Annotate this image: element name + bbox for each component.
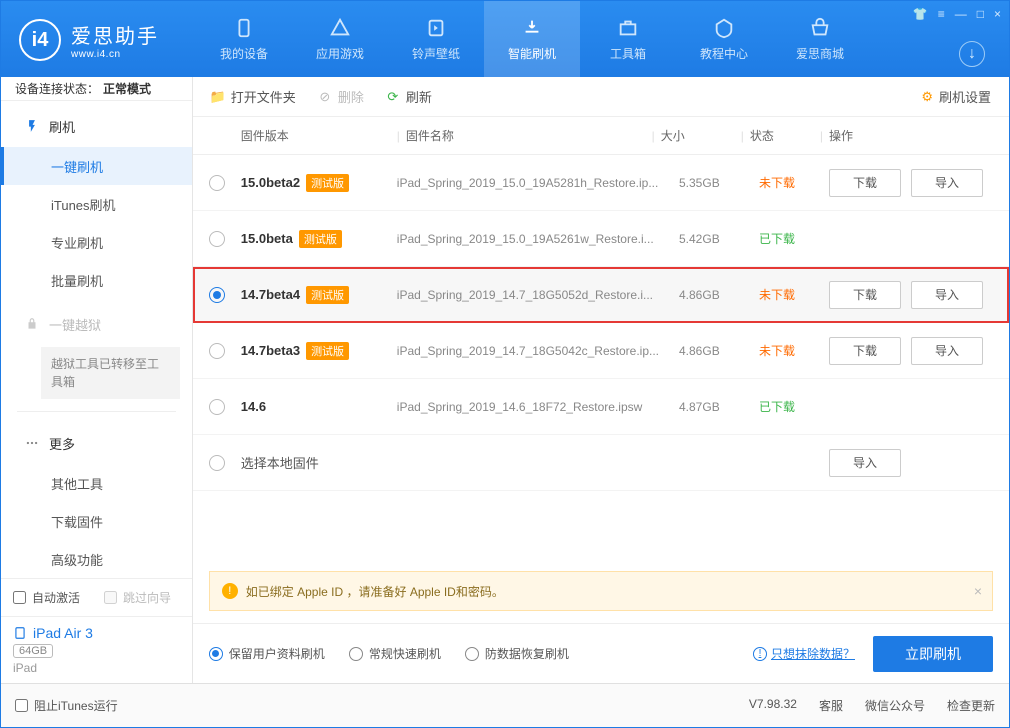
table-row[interactable]: 15.0beta测试版iPad_Spring_2019_15.0_19A5261… xyxy=(193,211,1009,267)
sidebar-item[interactable]: 一键刷机 xyxy=(1,147,192,185)
maximize-icon[interactable]: □ xyxy=(977,7,984,21)
table-row[interactable]: 14.7beta4测试版iPad_Spring_2019_14.7_18G505… xyxy=(193,267,1009,323)
download-button[interactable]: 下载 xyxy=(829,337,901,365)
row-radio[interactable] xyxy=(193,399,241,415)
sidebar: 设备连接状态： 正常模式 刷机 一键刷机iTunes刷机专业刷机批量刷机 一键越… xyxy=(1,77,193,683)
import-button[interactable]: 导入 xyxy=(911,169,983,197)
import-button[interactable]: 导入 xyxy=(829,449,901,477)
block-itunes-checkbox[interactable] xyxy=(15,699,28,712)
sidebar-group-more[interactable]: 更多 xyxy=(1,422,192,464)
beta-badge: 测试版 xyxy=(306,286,349,304)
table-row[interactable]: 15.0beta2测试版iPad_Spring_2019_15.0_19A528… xyxy=(193,155,1009,211)
nav-icon xyxy=(809,17,831,39)
flash-settings-button[interactable]: ⚙ 刷机设置 xyxy=(921,87,991,106)
sidebar-item[interactable]: 下载固件 xyxy=(1,502,192,540)
beta-badge: 测试版 xyxy=(306,174,349,192)
import-button[interactable]: 导入 xyxy=(911,337,983,365)
flash-opt-keep-data[interactable]: 保留用户资料刷机 xyxy=(209,645,325,662)
service-link[interactable]: 客服 xyxy=(819,697,843,714)
jailbreak-note[interactable]: 越狱工具已转移至工具箱 xyxy=(41,347,180,399)
device-info[interactable]: iPad Air 3 64GB iPad xyxy=(1,616,192,683)
main-panel: 📁 打开文件夹 ⊘ 删除 ⟳ 刷新 ⚙ 刷机设置 固件版本 | 固件名称 | 大… xyxy=(193,77,1009,683)
beta-badge: 测试版 xyxy=(299,230,342,248)
footer: 阻止iTunes运行 V7.98.32 客服 微信公众号 检查更新 xyxy=(1,683,1009,727)
row-radio[interactable] xyxy=(193,231,241,247)
info-icon: ! xyxy=(753,647,767,661)
nav-icon xyxy=(233,17,255,39)
refresh-icon: ⟳ xyxy=(386,90,400,104)
app-name: 爱思助手 xyxy=(71,20,159,49)
sidebar-item[interactable]: 高级功能 xyxy=(1,540,192,578)
nav-icon xyxy=(617,17,639,39)
menu-icon[interactable]: ≡ xyxy=(938,7,945,21)
apple-id-alert: ! 如已绑定 Apple ID ，请准备好 Apple ID和密码。 × xyxy=(209,571,993,611)
update-link[interactable]: 检查更新 xyxy=(947,697,995,714)
gear-icon: ⚙ xyxy=(921,89,933,105)
table-row[interactable]: 14.6iPad_Spring_2019_14.6_18F72_Restore.… xyxy=(193,379,1009,435)
sidebar-item[interactable]: 专业刷机 xyxy=(1,223,192,261)
refresh-button[interactable]: ⟳ 刷新 xyxy=(386,87,432,106)
sidebar-item[interactable]: 批量刷机 xyxy=(1,261,192,299)
row-radio[interactable] xyxy=(193,175,241,191)
window-controls: 👕 ≡ — □ × xyxy=(913,7,1001,21)
flash-icon xyxy=(25,119,39,133)
logo-icon: i4 xyxy=(19,19,61,61)
table-header: 固件版本 | 固件名称 | 大小 | 状态 | 操作 xyxy=(193,117,1009,155)
top-nav: 我的设备应用游戏铃声壁纸智能刷机工具箱教程中心爱思商城 xyxy=(196,1,868,77)
sidebar-item[interactable]: 其他工具 xyxy=(1,464,192,502)
open-folder-button[interactable]: 📁 打开文件夹 xyxy=(211,87,296,106)
flash-opt-anti-recovery[interactable]: 防数据恢复刷机 xyxy=(465,645,569,662)
block-itunes-row: 阻止iTunes运行 xyxy=(15,697,118,714)
nav-icon xyxy=(329,17,351,39)
tshirt-icon[interactable]: 👕 xyxy=(913,7,928,21)
nav-2[interactable]: 铃声壁纸 xyxy=(388,1,484,77)
sidebar-group-flash[interactable]: 刷机 xyxy=(1,105,192,147)
delete-button: ⊘ 删除 xyxy=(318,87,364,106)
delete-icon: ⊘ xyxy=(318,90,332,104)
flash-opt-quick[interactable]: 常规快速刷机 xyxy=(349,645,441,662)
download-button[interactable]: 下载 xyxy=(829,169,901,197)
nav-0[interactable]: 我的设备 xyxy=(196,1,292,77)
row-radio[interactable] xyxy=(193,287,241,303)
lock-icon xyxy=(25,317,39,331)
nav-4[interactable]: 工具箱 xyxy=(580,1,676,77)
nav-icon xyxy=(521,17,543,39)
sidebar-group-jailbreak: 一键越狱 xyxy=(1,303,192,345)
row-radio[interactable] xyxy=(193,343,241,359)
nav-icon xyxy=(425,17,447,39)
auto-activate-checkbox[interactable] xyxy=(13,591,26,604)
nav-icon xyxy=(713,17,735,39)
more-icon xyxy=(25,436,39,450)
import-button[interactable]: 导入 xyxy=(911,281,983,309)
flash-now-button[interactable]: 立即刷机 xyxy=(873,636,993,672)
close-icon[interactable]: × xyxy=(994,7,1001,21)
ipad-icon xyxy=(13,626,27,640)
header: i4 爱思助手 www.i4.cn 我的设备应用游戏铃声壁纸智能刷机工具箱教程中… xyxy=(1,1,1009,77)
warning-icon: ! xyxy=(222,583,238,599)
logo[interactable]: i4 爱思助手 www.i4.cn xyxy=(1,1,196,61)
download-circle-icon[interactable]: ↓ xyxy=(959,41,985,67)
nav-1[interactable]: 应用游戏 xyxy=(292,1,388,77)
nav-3[interactable]: 智能刷机 xyxy=(484,1,580,77)
folder-icon: 📁 xyxy=(211,90,225,104)
version-label: V7.98.32 xyxy=(749,697,797,714)
action-bar: 保留用户资料刷机 常规快速刷机 防数据恢复刷机 !只想抹除数据？ 立即刷机 xyxy=(193,623,1009,683)
wechat-link[interactable]: 微信公众号 xyxy=(865,697,925,714)
sidebar-item[interactable]: iTunes刷机 xyxy=(1,185,192,223)
table-row[interactable]: 14.7beta3测试版iPad_Spring_2019_14.7_18G504… xyxy=(193,323,1009,379)
download-button[interactable]: 下载 xyxy=(829,281,901,309)
connection-status: 设备连接状态： 正常模式 xyxy=(1,77,192,101)
local-firmware-row[interactable]: 选择本地固件导入 xyxy=(193,435,1009,491)
nav-6[interactable]: 爱思商城 xyxy=(772,1,868,77)
app-site: www.i4.cn xyxy=(71,49,159,60)
skip-guide-checkbox xyxy=(104,591,117,604)
minimize-icon[interactable]: — xyxy=(955,7,967,21)
row-radio[interactable] xyxy=(193,455,241,471)
erase-only-link[interactable]: !只想抹除数据？ xyxy=(753,645,855,662)
alert-close-icon[interactable]: × xyxy=(974,583,982,599)
nav-5[interactable]: 教程中心 xyxy=(676,1,772,77)
auto-activate-row: 自动激活 跳过向导 xyxy=(1,579,192,616)
toolbar: 📁 打开文件夹 ⊘ 删除 ⟳ 刷新 ⚙ 刷机设置 xyxy=(193,77,1009,117)
beta-badge: 测试版 xyxy=(306,342,349,360)
